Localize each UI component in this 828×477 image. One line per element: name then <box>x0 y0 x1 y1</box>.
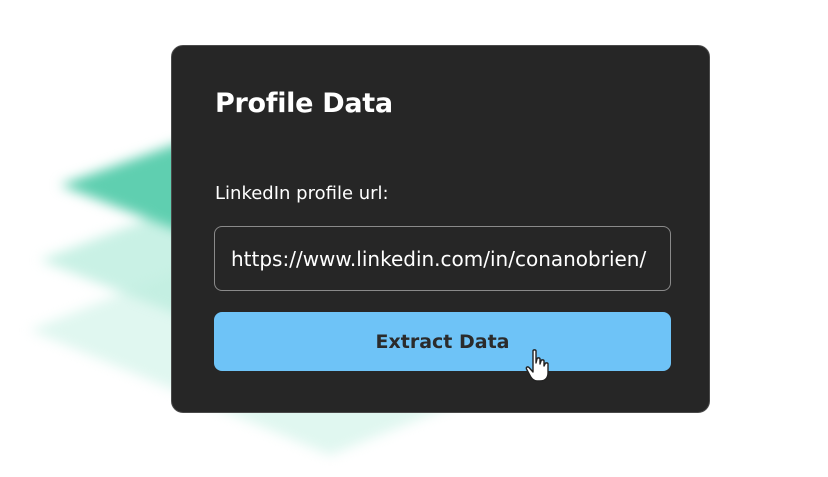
linkedin-url-label: LinkedIn profile url: <box>215 183 389 204</box>
card-title: Profile Data <box>215 88 393 119</box>
profile-data-card: Profile Data LinkedIn profile url: Extra… <box>171 45 710 413</box>
extract-data-button[interactable]: Extract Data <box>214 312 671 371</box>
linkedin-url-input[interactable] <box>214 226 671 291</box>
pointer-hand-icon <box>525 349 549 382</box>
